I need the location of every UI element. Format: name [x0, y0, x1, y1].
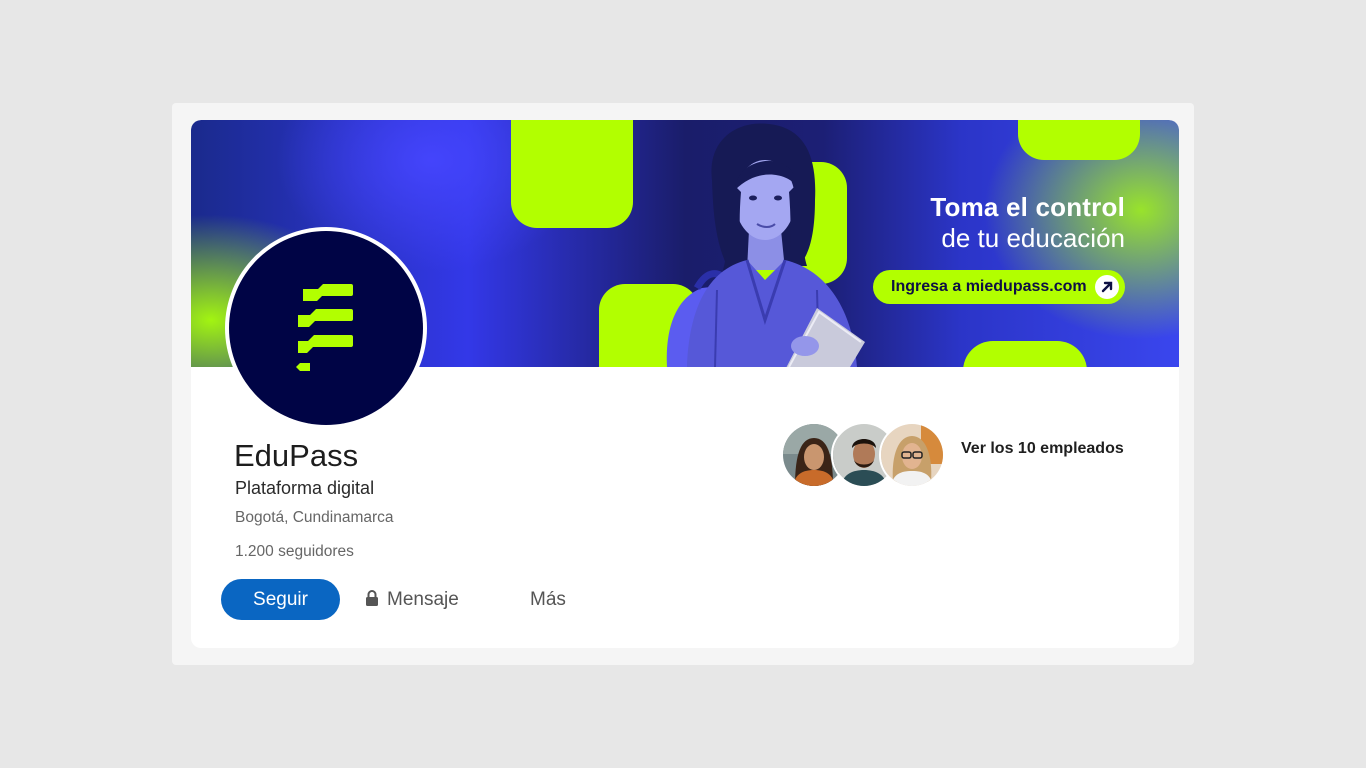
edupass-logo-icon — [229, 231, 423, 425]
banner-cta-pill: Ingresa a miedupass.com — [873, 270, 1125, 304]
company-name: EduPass — [234, 438, 359, 473]
banner-cta-label: Ingresa a miedupass.com — [891, 278, 1087, 295]
company-tagline: Plataforma digital — [235, 478, 375, 498]
arrow-up-right-icon — [1095, 275, 1119, 299]
banner-headline: Toma el control de tu educación — [930, 192, 1125, 254]
company-location: Bogotá, Cundinamarca — [235, 509, 394, 526]
more-button[interactable]: Más — [530, 579, 566, 620]
follow-button[interactable]: Seguir — [221, 579, 340, 620]
followers-count[interactable]: 1.200 seguidores — [235, 543, 354, 561]
employee-avatars[interactable] — [781, 422, 945, 488]
company-logo[interactable] — [225, 227, 427, 429]
lock-icon — [366, 590, 378, 606]
banner-student-photo — [666, 123, 865, 367]
headline-line-2: de tu educación — [941, 223, 1125, 253]
banner-shape — [511, 120, 633, 228]
company-profile-card: Toma el control de tu educación Ingresa … — [191, 120, 1179, 648]
banner-shape — [963, 341, 1087, 367]
avatar — [879, 422, 945, 488]
message-button[interactable]: Mensaje — [365, 579, 459, 620]
headline-line-1: Toma el control — [930, 192, 1125, 222]
view-employees-link[interactable]: Ver los 10 empleados — [961, 440, 1124, 458]
banner-shape — [1018, 120, 1140, 160]
message-label: Mensaje — [387, 589, 459, 610]
